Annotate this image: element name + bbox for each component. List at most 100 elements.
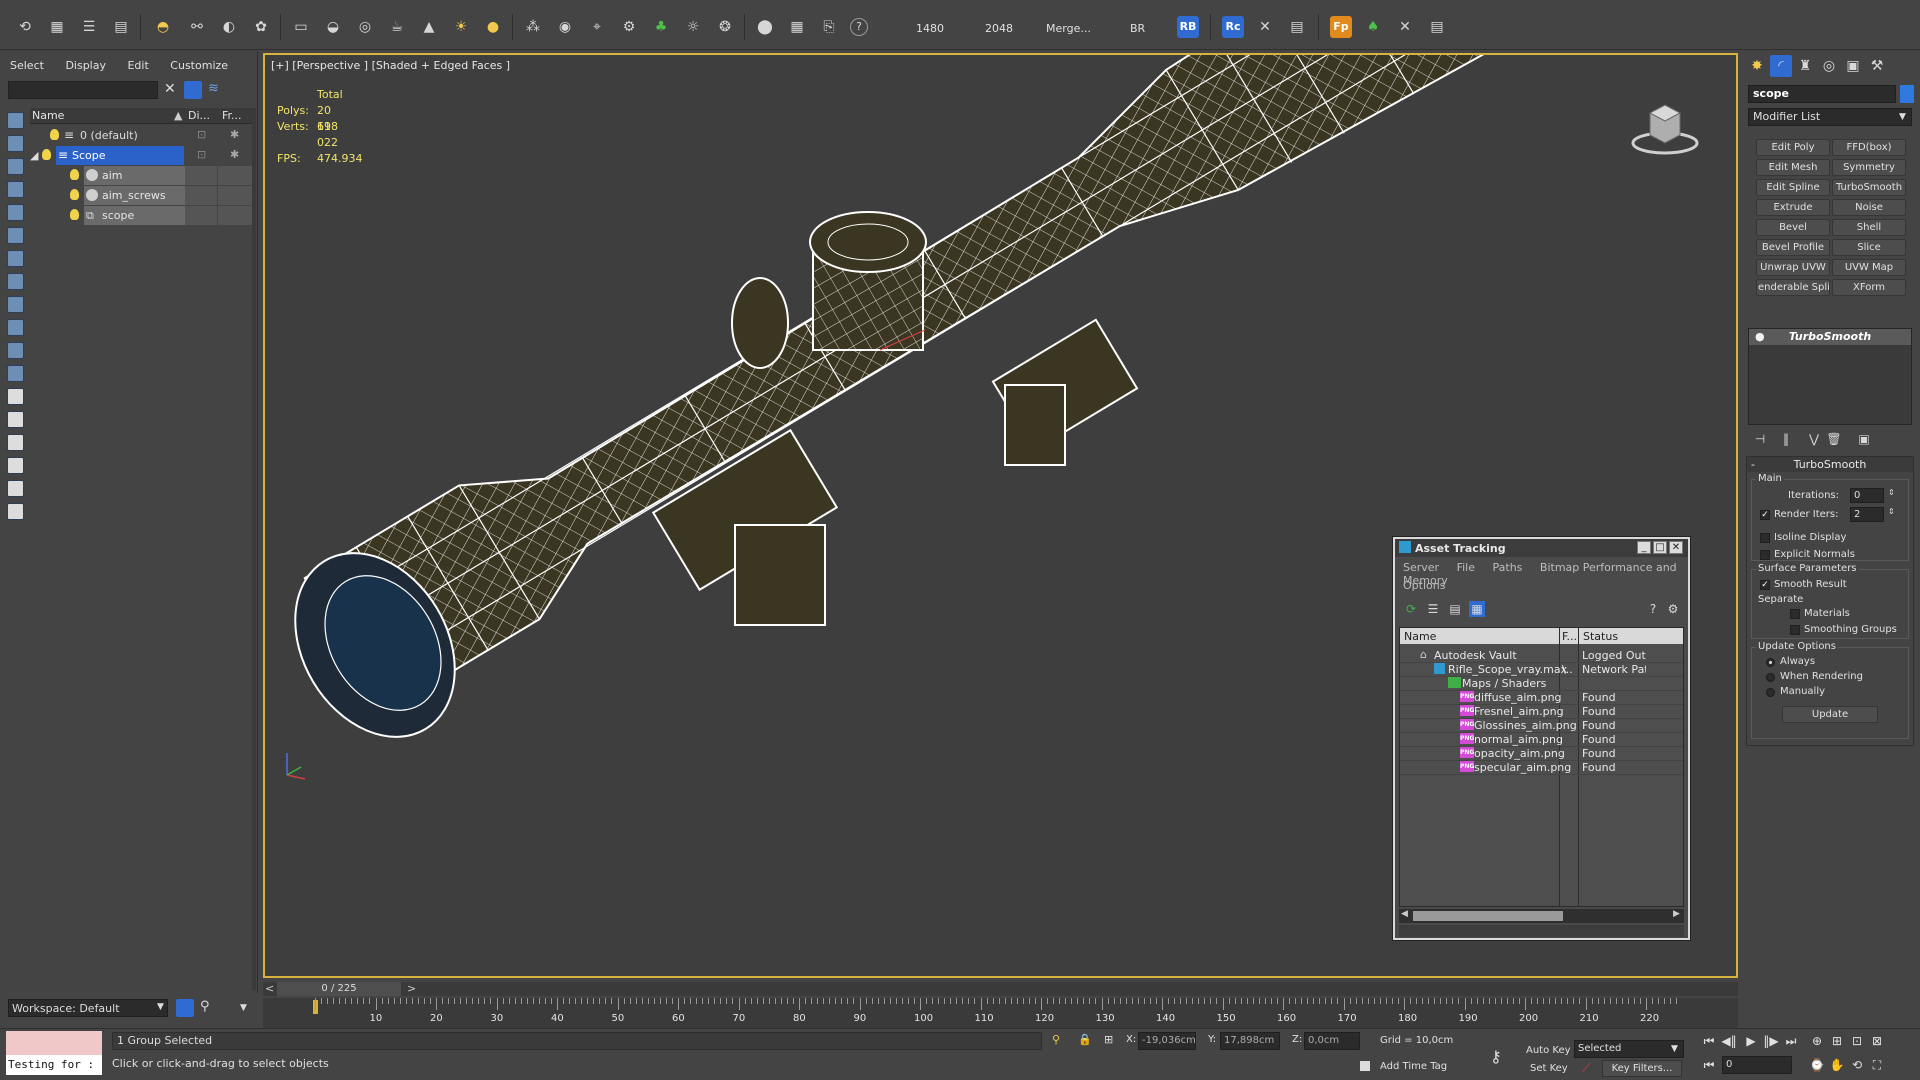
rotate-icon[interactable]: ◐: [218, 16, 240, 38]
previous-frame-button[interactable]: <: [265, 982, 274, 995]
select-region-icon[interactable]: ▦: [46, 16, 68, 38]
track-bar[interactable]: 10 20 30 40 50 60 70 80 90 100 110 120 130 140 150 160 1…: [263, 998, 1738, 1028]
z-coordinate-field[interactable]: 0,0cm: [1304, 1032, 1360, 1050]
dome-icon[interactable]: ◒: [322, 16, 344, 38]
filter-all-icon[interactable]: [7, 388, 24, 405]
bevel-button[interactable]: Bevel: [1756, 219, 1830, 236]
filter-cameras-icon[interactable]: [7, 181, 24, 198]
menu-display[interactable]: Display: [65, 59, 106, 72]
help-icon[interactable]: ?: [1645, 601, 1661, 617]
layers-icon[interactable]: ≋: [208, 81, 219, 96]
explicit-normals-checkbox[interactable]: [1760, 550, 1770, 560]
edit-mesh-button[interactable]: Edit Mesh: [1756, 159, 1830, 176]
object-name-field[interactable]: scope: [1748, 85, 1896, 103]
set-key-button[interactable]: Set Key: [1530, 1063, 1568, 1074]
list-view-icon[interactable]: ☰: [1425, 601, 1441, 617]
list-icon[interactable]: ▤: [1286, 16, 1308, 38]
filter-helpers-icon[interactable]: [7, 204, 24, 221]
light-bulb-icon[interactable]: ●: [1755, 329, 1765, 343]
refresh-icon[interactable]: ⟳: [1403, 601, 1419, 617]
funnel-icon[interactable]: [7, 457, 24, 474]
smooth-result-checkbox[interactable]: ✓: [1760, 580, 1770, 590]
isoline-checkbox[interactable]: [1760, 533, 1770, 543]
x-coordinate-field[interactable]: -19,036cm: [1138, 1032, 1196, 1050]
fp-button[interactable]: Fp: [1330, 16, 1352, 38]
spinner-arrows-icon[interactable]: ⇕: [1888, 507, 1895, 516]
elevation-turret[interactable]: [809, 211, 927, 351]
filter-bones-icon[interactable]: [7, 296, 24, 313]
toolbar-value-a[interactable]: 1480: [916, 22, 944, 35]
menu-paths[interactable]: Paths: [1493, 561, 1523, 574]
previous-key-icon[interactable]: ◀‖: [1720, 1032, 1738, 1050]
render-icon[interactable]: ⊡: [197, 148, 206, 161]
go-to-start-icon[interactable]: ⏮: [1700, 1032, 1718, 1050]
filter-lights-icon[interactable]: [7, 158, 24, 175]
menu-server[interactable]: Server: [1403, 561, 1439, 574]
cone-icon[interactable]: ▲: [418, 16, 440, 38]
gear-icon[interactable]: ⚙: [618, 16, 640, 38]
filter-containers-icon[interactable]: [7, 319, 24, 336]
maximize-icon[interactable]: □: [1653, 541, 1667, 554]
particles-icon[interactable]: ⁂: [522, 16, 544, 38]
workspace-dropdown[interactable]: Workspace: Default ▼: [8, 999, 168, 1017]
play-icon[interactable]: ▶: [1742, 1032, 1760, 1050]
table-row[interactable]: PNG specular_aim.png Found: [1400, 758, 1683, 775]
omni-light-icon[interactable]: ●: [482, 16, 504, 38]
detail-view-icon[interactable]: ▤: [1447, 601, 1463, 617]
hierarchy-tab-icon[interactable]: ♜: [1794, 55, 1816, 77]
tree-icon[interactable]: ♠: [1362, 16, 1384, 38]
settings-icon[interactable]: ⚙: [1665, 601, 1681, 617]
key-icon[interactable]: ⚷: [1490, 1047, 1502, 1066]
time-slider[interactable]: < 0 / 225 >: [263, 982, 1738, 996]
light-bulb-icon[interactable]: [70, 189, 79, 200]
filter-hidden-icon[interactable]: [7, 365, 24, 382]
spinner-arrows-icon[interactable]: ⇕: [1888, 488, 1895, 497]
asset-tracking-titlebar[interactable]: Asset Tracking _ □ ✕: [1395, 539, 1688, 557]
next-key-icon[interactable]: ‖▶: [1762, 1032, 1780, 1050]
freeze-icon[interactable]: ✱: [230, 148, 239, 161]
camera-icon[interactable]: ⌖: [586, 16, 608, 38]
rb-button[interactable]: RB: [1177, 16, 1199, 38]
light-bulb-icon[interactable]: [70, 209, 79, 220]
tree-row-scope-layer[interactable]: ◢ ≡ Scope ⊡ ✱: [30, 146, 253, 165]
utilities-tab-icon[interactable]: ⚒: [1866, 55, 1888, 77]
column-status[interactable]: Status: [1583, 630, 1618, 643]
uvw-map-button[interactable]: UVW Map: [1832, 259, 1906, 276]
y-coordinate-field[interactable]: 17,898cm: [1220, 1032, 1280, 1050]
grid-icon[interactable]: ▤: [110, 16, 132, 38]
next-frame-button[interactable]: >: [407, 982, 416, 995]
noise-button[interactable]: Noise: [1832, 199, 1906, 216]
link-icon[interactable]: ⚯: [186, 16, 208, 38]
tree-row-scope[interactable]: ⧉ scope: [30, 206, 253, 225]
turbosmooth-button[interactable]: TurboSmooth: [1832, 179, 1906, 196]
render-icon[interactable]: ⊡: [197, 128, 206, 141]
materials-checkbox[interactable]: [1790, 609, 1800, 619]
motion-tab-icon[interactable]: ◎: [1818, 55, 1840, 77]
list2-icon[interactable]: ▤: [1426, 16, 1448, 38]
symmetry-button[interactable]: Symmetry: [1832, 159, 1906, 176]
bevel-profile-button[interactable]: Bevel Profile: [1756, 239, 1830, 256]
column-name[interactable]: Name: [1404, 630, 1436, 643]
iterations-spinner[interactable]: 0: [1850, 488, 1884, 503]
menu-edit[interactable]: Edit: [127, 59, 148, 72]
update-button[interactable]: Update: [1782, 706, 1878, 723]
rollout-title[interactable]: - TurboSmooth: [1747, 457, 1913, 472]
filter-shapes-icon[interactable]: [7, 135, 24, 152]
extrude-button[interactable]: Extrude: [1756, 199, 1830, 216]
display-tab-icon[interactable]: ▣: [1842, 55, 1864, 77]
pin-stack-icon[interactable]: ⊣: [1752, 431, 1768, 447]
filter-none-icon[interactable]: [7, 411, 24, 428]
time-slider-thumb[interactable]: 0 / 225: [277, 982, 401, 996]
filter-icon[interactable]: [184, 81, 202, 99]
grass-icon[interactable]: ♣: [650, 16, 672, 38]
explorer-menu-icon[interactable]: ▼: [240, 1003, 247, 1013]
undo-icon[interactable]: ⟲: [14, 16, 36, 38]
rc-button[interactable]: Rc: [1222, 16, 1244, 38]
asset-horizontal-scrollbar[interactable]: ◀ ▶: [1399, 909, 1684, 923]
modify-tab-icon[interactable]: ◜: [1770, 55, 1792, 77]
export-icon[interactable]: ⎘: [818, 16, 840, 38]
create-tab-icon[interactable]: ✸: [1746, 55, 1768, 77]
light-bulb-icon[interactable]: [42, 149, 51, 160]
teapot-icon[interactable]: ☕: [386, 16, 408, 38]
menu-customize[interactable]: Customize: [170, 59, 228, 72]
